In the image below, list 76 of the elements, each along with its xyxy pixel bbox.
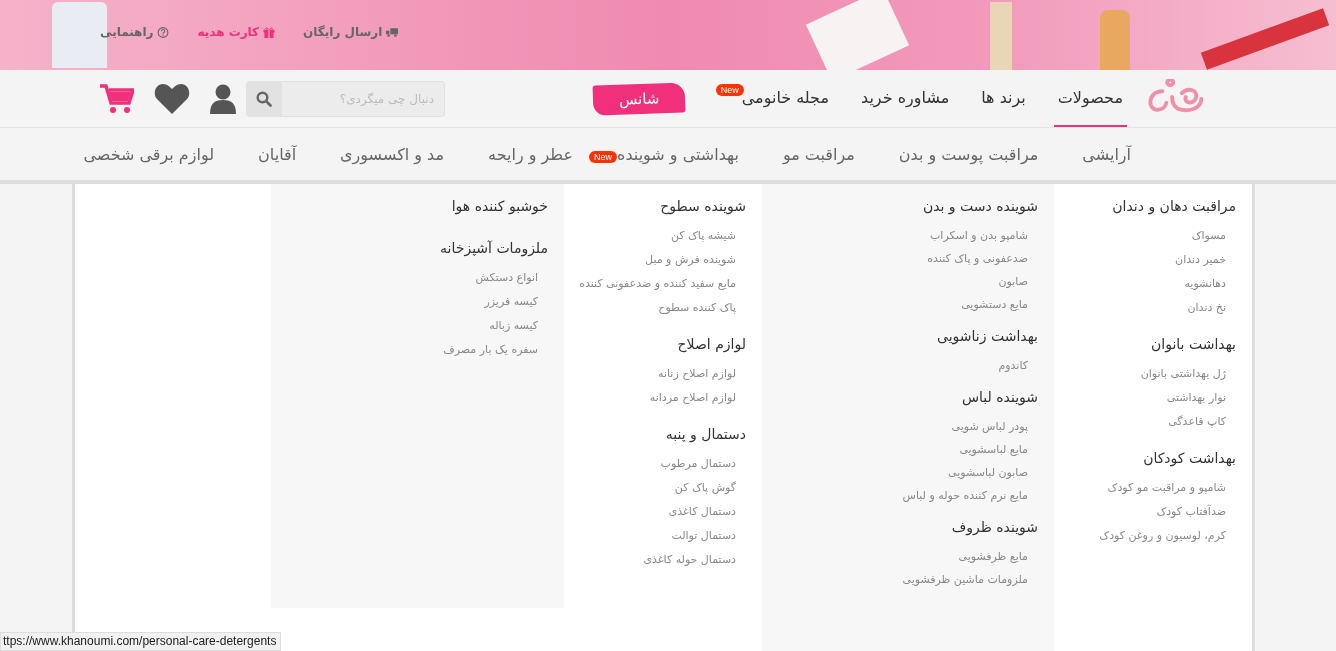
new-badge: New [589,150,618,163]
gift-icon [263,26,276,38]
category-link[interactable]: مد و اکسسوری [340,144,445,164]
truck-icon [386,26,399,38]
category-link[interactable]: مراقبت مو [782,144,855,164]
menu-item[interactable]: کرم، لوسیون و روغن کودک [1099,524,1236,548]
menu-item[interactable]: لوازم اصلاح زنانه [658,362,746,386]
menu-item[interactable]: ژل بهداشتی بانوان [1140,362,1236,386]
menu-item[interactable]: صابون [998,270,1038,293]
menu-heading[interactable]: شوینده لباس [961,387,1038,415]
menu-heading[interactable]: خوشبو کننده هوا [451,196,548,224]
menu-heading[interactable]: شوینده سطوح [660,196,746,224]
menu-item[interactable]: کیسه زباله [489,314,548,338]
category-link[interactable]: آرایشی [1082,144,1131,164]
menu-item[interactable]: مسواک [1191,224,1236,248]
menu-item[interactable]: ضدآفتاب کودک [1156,500,1236,524]
cart-icon[interactable] [100,83,134,114]
menu-heading[interactable]: بهداشت کودکان [1143,448,1236,476]
menu-item[interactable]: پاک کننده سطوح [658,296,746,320]
menu-item[interactable]: دستمال کاغذی [668,500,746,524]
user-icon[interactable] [210,83,236,114]
menu-heading[interactable]: ملزومات آشپزخانه [440,238,548,266]
top-link[interactable]: راهنمایی [100,25,170,39]
menu-item[interactable]: گوش پاک کن [674,476,746,500]
menu-heading[interactable]: مراقبت دهان و دندان [1112,196,1236,224]
menu-heading[interactable]: دستمال و پنبه [665,424,746,452]
category-link[interactable]: آقایان [258,144,297,164]
menu-item[interactable]: ملزومات ماشین ظرفشویی [902,568,1038,591]
menu-item[interactable]: دستمال توالت [671,524,746,548]
menu-item[interactable]: کیسه فریزر [484,290,548,314]
nav-tab[interactable]: محصولات [1053,70,1127,127]
menu-item[interactable]: ضدعفونی و پاک کننده [927,247,1038,270]
menu-item[interactable]: نوار بهداشتی [1166,386,1236,410]
menu-item[interactable]: مایع نرم کننده حوله و لباس [902,484,1038,507]
category-link[interactable]: بهداشتی و شوینده [617,144,739,164]
nav-tab[interactable]: مشاوره خرید [857,70,954,127]
menu-item[interactable]: مایع سفید کننده و ضدعفونی کننده [579,272,746,296]
menu-heading[interactable]: بهداشت زناشویی [937,326,1038,354]
menu-item[interactable]: کاندوم [998,354,1038,377]
menu-item[interactable]: شیشه پاک کن [670,224,746,248]
menu-item[interactable]: شامپو و مراقبت مو کودک [1107,476,1236,500]
nav-tab[interactable]: برند ها [977,70,1030,127]
photo-placeholder [1100,10,1130,70]
menu-item[interactable]: انواع دستکش [475,266,548,290]
menu-item[interactable]: دستمال مرطوب [660,452,746,476]
menu-item[interactable]: دستمال حوله کاغذی [643,548,746,572]
menu-item[interactable]: کاپ قاعدگی [1168,410,1236,434]
menu-heading[interactable]: شوینده دست و بدن [922,196,1038,224]
new-badge: New [715,84,744,96]
help-icon [157,26,170,38]
menu-heading[interactable]: بهداشت بانوان [1151,334,1236,362]
menu-item[interactable]: مایع ظرفشویی [958,545,1038,568]
menu-item[interactable]: لوازم اصلاح مردانه [649,386,746,410]
menu-item[interactable]: مایع لباسشویی [959,438,1038,461]
chance-link[interactable]: شانس [592,81,687,116]
heart-icon[interactable] [154,83,190,114]
menu-item[interactable]: سفره یک بار مصرف [443,338,548,362]
menu-item[interactable]: نخ دندان [1187,296,1236,320]
search-button[interactable] [246,80,282,117]
top-link[interactable]: ارسال رایگان [303,25,399,39]
menu-heading[interactable]: شوینده ظروف [951,517,1038,545]
menu-item[interactable]: مایع دستشویی [961,293,1038,316]
category-link[interactable]: مراقبت پوست و بدن [898,144,1039,164]
menu-item[interactable]: دهانشویه [1184,272,1236,296]
photo-placeholder [990,2,1012,70]
menu-item[interactable]: شامپو بدن و اسکراب [930,224,1038,247]
status-url: ttps://www.khanoumi.com/personal-care-detergents [0,632,282,651]
top-link[interactable]: کارت هدیه [197,25,276,39]
menu-item[interactable]: صابون لباسشویی [948,461,1038,484]
search-icon [256,90,272,107]
menu-heading[interactable]: لوازم اصلاح [677,334,746,362]
menu-item[interactable]: پودر لباس شویی [951,415,1038,438]
menu-item[interactable]: شوینده فرش و مبل [645,248,746,272]
category-link[interactable]: عطر و رایحه [488,144,574,164]
menu-item[interactable]: خمیر دندان [1175,248,1236,272]
category-link[interactable]: لوازم برقی شخصی [83,144,215,164]
